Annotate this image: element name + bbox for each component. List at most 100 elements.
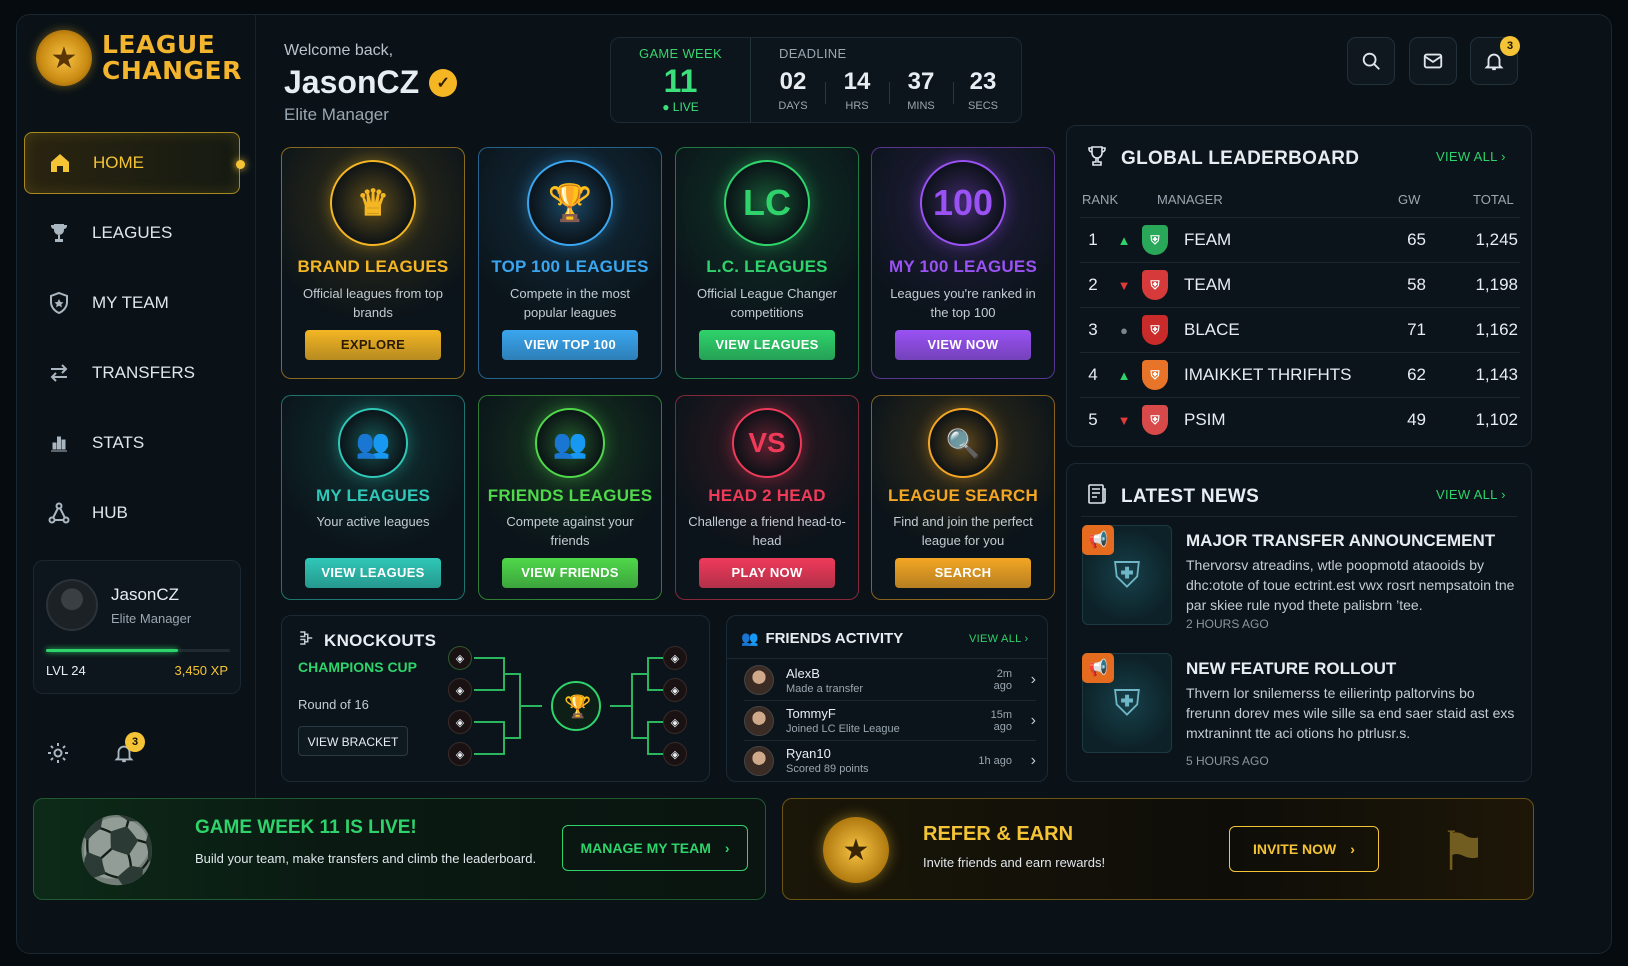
- league-card[interactable]: VS HEAD 2 HEAD Challenge a friend head-to-…: [675, 395, 859, 600]
- xp-progress-fill: [46, 649, 179, 652]
- nav-item-transfers[interactable]: TRANSFERS: [24, 342, 240, 404]
- card-title: BRAND LEAGUES: [297, 257, 449, 276]
- trophy-icon: [46, 220, 72, 246]
- leaderboard-row[interactable]: 5 ▼ ⛨ PSIM 49 1,102: [1080, 397, 1520, 442]
- card-description: Compete against your friends: [506, 514, 634, 548]
- nav-item-hub[interactable]: HUB: [24, 482, 240, 544]
- notifications-bell-icon[interactable]: 3: [109, 732, 145, 768]
- total-points: 1,245: [1475, 230, 1518, 249]
- friend-activity-item[interactable]: Ryan10 Scored 89 points 1h ago ›: [744, 740, 1036, 780]
- trend-down-icon: ▼: [1117, 277, 1131, 293]
- trend-same-icon: ●: [1120, 322, 1128, 338]
- notifications-button[interactable]: 3: [1470, 36, 1520, 85]
- card-description: Find and join the perfect league for you: [893, 514, 1033, 548]
- league-card[interactable]: 👥 MY LEAGUES Your active leagues VIEW LEAGU…: [281, 395, 465, 600]
- news-item[interactable]: ⛨ 📢 MAJOR TRANSFER ANNOUNCEMENT Thervors…: [1082, 525, 1522, 635]
- friend-action: Joined LC Elite League: [786, 723, 900, 735]
- card-button[interactable]: EXPLORE: [305, 330, 441, 360]
- card-button[interactable]: VIEW TOP 100: [502, 330, 638, 360]
- countdown-hours: 14 HRS: [827, 68, 887, 112]
- card-icon: 👥: [338, 408, 408, 478]
- nav-item-stats[interactable]: STATS: [24, 412, 240, 474]
- card-button[interactable]: VIEW NOW: [895, 330, 1031, 360]
- news-item[interactable]: ⛨ 📢 NEW FEATURE ROLLOUT Thvern lor snile…: [1082, 653, 1522, 768]
- divider: [1081, 516, 1517, 517]
- card-title: FRIENDS LEAGUES: [487, 486, 653, 505]
- banner-gw-subtitle: Build your team, make transfers and clim…: [195, 851, 537, 866]
- league-card[interactable]: LC L.C. LEAGUES Official League Changer co…: [675, 147, 859, 379]
- card-button[interactable]: VIEW LEAGUES: [305, 558, 441, 588]
- friend-activity-item[interactable]: AlexB Made a transfer 2m ago ›: [744, 660, 1036, 700]
- card-button[interactable]: VIEW LEAGUES: [699, 330, 835, 360]
- nav-item-leagues[interactable]: LEAGUES: [24, 202, 240, 264]
- countdown-unit: DAYS: [778, 100, 808, 112]
- profile-level: LVL 24: [46, 663, 86, 678]
- card-button[interactable]: PLAY NOW: [699, 558, 835, 588]
- league-card[interactable]: ♛ BRAND LEAGUES Official leagues from top …: [281, 147, 465, 379]
- friend-activity-item[interactable]: TommyF Joined LC Elite League 15m ago ›: [744, 700, 1036, 740]
- card-title: LEAGUE SEARCH: [888, 486, 1038, 505]
- activity-time: 1h ago: [978, 754, 1012, 767]
- nav-label: STATS: [92, 433, 145, 452]
- card-icon: LC: [724, 160, 810, 246]
- leaderboard-row[interactable]: 2 ▼ ⛨ TEAM 58 1,198: [1080, 262, 1520, 307]
- manage-my-team-button[interactable]: MANAGE MY TEAM ›: [562, 825, 748, 871]
- card-button[interactable]: SEARCH: [895, 558, 1031, 588]
- friend-name: Ryan10: [786, 746, 831, 761]
- countdown-divider: [825, 82, 826, 104]
- chevron-right-icon: ›: [1030, 711, 1036, 729]
- gw-points: 65: [1407, 230, 1426, 249]
- brand-logo[interactable]: ★ LEAGUE CHANGER: [36, 30, 242, 86]
- welcome-greeting: Welcome back,: [284, 42, 394, 59]
- news-view-all-link[interactable]: VIEW ALL ›: [1436, 487, 1506, 502]
- welcome-block: Welcome back, JasonCZ ✓ Elite Manager: [284, 42, 458, 125]
- search-button[interactable]: [1347, 37, 1395, 85]
- news-time: 5 HOURS AGO: [1186, 754, 1269, 768]
- leaderboard-row[interactable]: 1 ▲ ⛨ FEAM 65 1,245: [1080, 217, 1520, 262]
- notification-count-badge: 3: [1500, 36, 1520, 56]
- friend-action: Made a transfer: [786, 682, 864, 695]
- rank: 4: [1088, 365, 1098, 384]
- manager-name: BLACE: [1184, 320, 1240, 339]
- league-card[interactable]: 🏆 TOP 100 LEAGUES Compete in the most popu…: [478, 147, 662, 379]
- manager-name: IMAIKKET THRIFHTS: [1184, 365, 1352, 384]
- friend-name: TommyF: [786, 706, 836, 721]
- leaderboard-view-all-link[interactable]: VIEW ALL ›: [1436, 149, 1506, 164]
- active-indicator: [236, 160, 245, 169]
- countdown-divider: [889, 82, 890, 104]
- nav-item-home[interactable]: HOME: [24, 132, 245, 194]
- friends-activity-title: FRIENDS ACTIVITY: [765, 630, 904, 647]
- leaderboard-row[interactable]: 3 ● ⛨ BLACE 71 1,162: [1080, 307, 1520, 352]
- news-headline: MAJOR TRANSFER ANNOUNCEMENT: [1186, 531, 1496, 550]
- chevron-right-icon: ›: [724, 840, 730, 856]
- banner-refer-title: REFER & EARN: [923, 823, 1074, 845]
- team-crest-icon: ◈: [663, 678, 687, 702]
- card-icon: 🏆: [527, 160, 613, 246]
- news-body: Thvern lor snilemerss te eilierintp palt…: [1186, 685, 1515, 741]
- league-card[interactable]: 100 MY 100 LEAGUES Leagues you're ranked i…: [871, 147, 1055, 379]
- league-card[interactable]: 🔍 LEAGUE SEARCH Find and join the perfect …: [871, 395, 1055, 600]
- invite-now-button[interactable]: INVITE NOW ›: [1229, 826, 1379, 872]
- card-icon: 100: [920, 160, 1006, 246]
- settings-gear-icon[interactable]: [43, 738, 73, 768]
- home-icon: [47, 150, 73, 176]
- league-card[interactable]: 👥 FRIENDS LEAGUES Compete against your fri…: [478, 395, 662, 600]
- messages-button[interactable]: [1409, 37, 1457, 85]
- knockouts-panel: KNOCKOUTS CHAMPIONS CUP Round of 16 VIEW…: [281, 615, 710, 782]
- gameweek-live-banner: ⚽ GAME WEEK 11 IS LIVE! Build your team,…: [33, 798, 766, 900]
- trend-up-icon: ▲: [1117, 367, 1131, 383]
- view-bracket-button[interactable]: VIEW BRACKET: [298, 726, 408, 756]
- profile-card[interactable]: JasonCZ Elite Manager LVL 24 3,450 XP: [33, 560, 241, 694]
- card-button[interactable]: VIEW FRIENDS: [502, 558, 638, 588]
- friends-view-all-link[interactable]: VIEW ALL ›: [969, 633, 1028, 645]
- card-icon: 🔍: [928, 408, 998, 478]
- welcome-role: Elite Manager: [284, 105, 389, 124]
- team-crest-icon: ⛨: [1142, 270, 1168, 300]
- countdown-value: 37: [907, 68, 935, 95]
- countdown-value: 02: [779, 68, 807, 95]
- nav-label: TRANSFERS: [92, 363, 195, 382]
- rank: 1: [1088, 230, 1098, 249]
- leaderboard-row[interactable]: 4 ▲ ⛨ IMAIKKET THRIFHTS 62 1,143: [1080, 352, 1520, 397]
- profile-name: JasonCZ: [111, 585, 180, 604]
- nav-item-my-team[interactable]: MY TEAM: [24, 272, 240, 334]
